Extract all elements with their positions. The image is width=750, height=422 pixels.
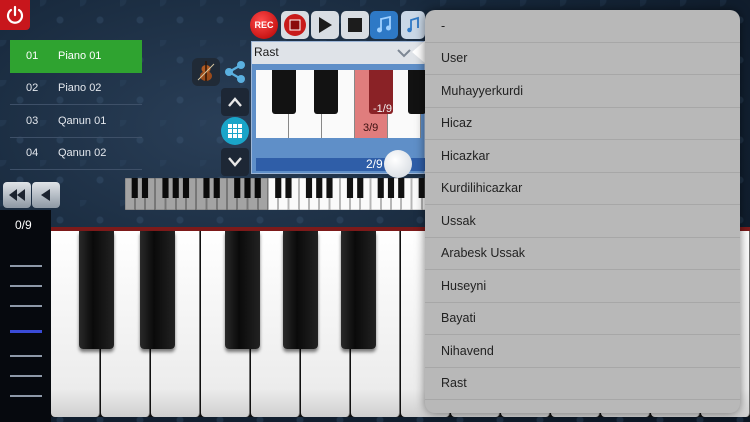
mini-black-key[interactable] — [408, 70, 426, 114]
dropdown-option[interactable]: - — [425, 10, 740, 43]
black-key[interactable] — [341, 231, 376, 349]
meter-tick — [10, 265, 42, 267]
chevron-down-icon — [228, 157, 242, 167]
stop-record-button[interactable] — [281, 11, 309, 39]
black-key[interactable] — [225, 231, 260, 349]
option-label: User — [441, 51, 468, 66]
dropdown-option[interactable]: Huseyni — [425, 270, 740, 303]
option-label: Nihavend — [441, 343, 494, 358]
dropdown-pointer — [412, 40, 426, 64]
music-file-icon — [407, 16, 419, 33]
scroll-up-button[interactable] — [221, 88, 249, 116]
power-icon — [6, 5, 24, 24]
chevron-down-icon — [397, 49, 411, 58]
play-icon — [319, 17, 332, 33]
meter-tick — [10, 285, 42, 287]
note-offset-label: -1/9 — [373, 103, 392, 115]
rewind-button[interactable] — [3, 182, 31, 208]
stop-button[interactable] — [341, 11, 369, 39]
power-button[interactable] — [0, 0, 30, 30]
rewind-icon — [9, 189, 25, 201]
option-label: Hicaz — [441, 116, 473, 131]
instrument-number: 03 — [26, 114, 39, 127]
dropdown-option[interactable]: Hicazkar — [425, 140, 740, 173]
instrument-select-button[interactable] — [192, 58, 220, 86]
record-button[interactable]: REC — [250, 11, 278, 39]
grid-icon — [228, 124, 242, 138]
option-label: Muhayyerkurdi — [441, 83, 523, 98]
instrument-name: Qanun 01 — [58, 114, 107, 127]
dropdown-option[interactable]: Muhayyerkurdi — [425, 75, 740, 108]
previous-octave-button[interactable] — [32, 182, 60, 208]
pitch-slider[interactable]: 2/9 — [256, 150, 426, 178]
dropdown-option[interactable]: Nihavend — [425, 335, 740, 368]
stop-icon — [348, 18, 362, 32]
option-label: Hicazkar — [441, 148, 490, 163]
keypad-button[interactable] — [221, 117, 249, 145]
option-label: Rast — [441, 376, 467, 391]
option-label: Ussak — [441, 213, 476, 228]
dropdown-option[interactable]: Kurdilihicazkar — [425, 173, 740, 205]
music-library-button[interactable] — [370, 11, 398, 39]
share-icon — [225, 61, 245, 83]
instrument-item[interactable]: 04 Qanun 02 — [10, 138, 142, 170]
app-root: 01 Piano 01 02 Piano 02 03 Qanun 01 04 Q… — [0, 0, 750, 422]
instrument-number: 02 — [26, 82, 39, 95]
option-label: Bayati — [441, 311, 476, 326]
instrument-item[interactable]: 01 Piano 01 — [10, 40, 142, 73]
instrument-name: Qanun 02 — [58, 147, 107, 160]
tuning-meter[interactable]: 0/9 — [0, 210, 51, 422]
instrument-name: Piano 02 — [58, 82, 102, 95]
dropdown-option[interactable]: Arabesk Ussak — [425, 238, 740, 270]
maqam-selected-label: Rast — [254, 45, 279, 59]
black-key[interactable] — [140, 231, 175, 349]
violin-icon — [197, 61, 215, 81]
maqam-select[interactable]: Rast — [252, 42, 426, 64]
stop-record-icon — [284, 14, 306, 36]
instrument-list: 01 Piano 01 02 Piano 02 03 Qanun 01 04 Q… — [10, 40, 142, 170]
slider-thumb[interactable] — [384, 150, 412, 178]
mini-black-key[interactable] — [314, 70, 338, 114]
black-key[interactable] — [283, 231, 318, 349]
instrument-item[interactable]: 02 Piano 02 — [10, 73, 142, 105]
maqam-panel: Rast -1/9 3/9 2/9 — [251, 41, 426, 178]
meter-tick — [10, 375, 42, 377]
option-label: Kurdilihicazkar — [441, 181, 523, 196]
music-note-icon — [377, 16, 391, 33]
dropdown-option[interactable]: Hicaz — [425, 108, 740, 140]
black-key[interactable] — [79, 231, 114, 349]
chevron-up-icon — [228, 97, 242, 107]
maqam-dropdown: - User Muhayyerkurdi Hicaz Hicazkar Kurd… — [425, 10, 740, 413]
meter-tick — [10, 355, 42, 357]
scroll-down-button[interactable] — [221, 148, 249, 176]
option-label: - — [441, 18, 446, 33]
option-label: Arabesk Ussak — [441, 246, 526, 261]
dropdown-option[interactable]: Bayati — [425, 303, 740, 335]
mini-black-key[interactable] — [272, 70, 296, 114]
note-value-label: 3/9 — [363, 122, 379, 134]
instrument-number: 04 — [26, 147, 39, 160]
instrument-item[interactable]: 03 Qanun 01 — [10, 105, 142, 138]
arrow-left-icon — [41, 189, 50, 201]
meter-active-tick — [10, 330, 42, 333]
option-label: Huseyni — [441, 278, 487, 293]
slider-value-label: 2/9 — [366, 157, 383, 171]
meter-tick — [10, 395, 42, 397]
meter-tick — [10, 305, 42, 307]
share-button[interactable] — [221, 58, 249, 86]
dropdown-option[interactable]: Ussak — [425, 205, 740, 238]
dropdown-option[interactable]: Rast — [425, 368, 740, 400]
dropdown-option[interactable]: User — [425, 43, 740, 75]
instrument-number: 01 — [26, 49, 39, 62]
tuning-readout: 0/9 — [15, 218, 32, 232]
instrument-name: Piano 01 — [58, 49, 102, 62]
record-label: REC — [254, 20, 274, 30]
play-button[interactable] — [311, 11, 339, 39]
songs-button[interactable] — [401, 11, 425, 39]
